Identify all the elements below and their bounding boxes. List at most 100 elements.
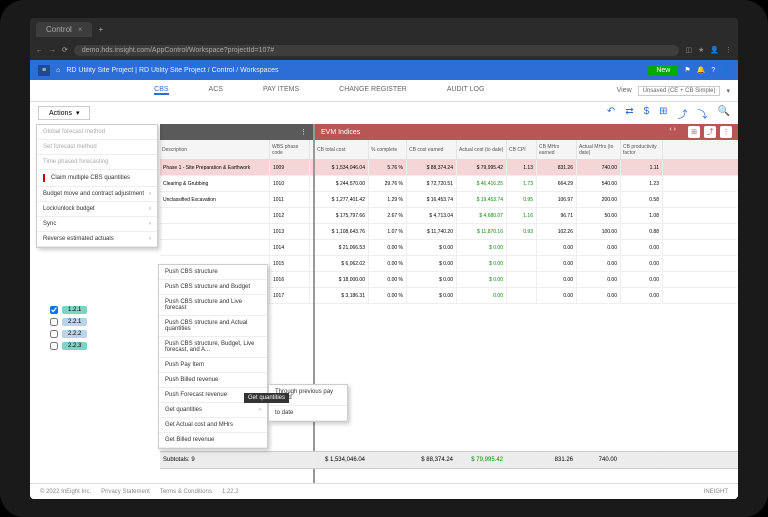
tree-icon[interactable]: ⊞ — [659, 106, 667, 121]
cell: $ 88,374.24 — [407, 160, 457, 175]
col-header[interactable]: Actual cost (to date) — [457, 140, 507, 159]
col-header[interactable]: CB MHrs earned — [537, 140, 577, 159]
export-icon[interactable]: ⤴ — [704, 126, 716, 138]
evm-section-header: EVM Indices ‹ › ⊞ ⤴ ⋮ — [315, 124, 738, 140]
submenu-item[interactable]: Push CBS structure and Live forecast — [159, 295, 267, 316]
search-icon[interactable]: 🔍 — [718, 106, 730, 121]
table-row[interactable]: Unclassified Excavation1011 — [160, 192, 313, 208]
table-row[interactable]: $ 18,000.000.00 %$ 0.00$ 0.000.000.000.0… — [315, 272, 738, 288]
breadcrumb[interactable]: RD Utility Site Project | RD Utility Sit… — [66, 67, 278, 74]
checkbox[interactable] — [50, 318, 58, 326]
profile-icon[interactable]: 👤 — [710, 46, 719, 54]
bookmark-icon[interactable]: ★ — [698, 46, 704, 54]
subtotal-row: Subtotals: 9$ 1,534,046.04$ 88,374.24$ 7… — [160, 451, 738, 469]
menu-item[interactable]: Budget move and contract adjustment — [37, 187, 157, 202]
submenu-item[interactable]: Get quantities — [159, 403, 267, 418]
submenu-item[interactable]: Get Actual cost and MHrs — [159, 418, 267, 433]
submenu-item[interactable]: Push CBS structure — [159, 265, 267, 280]
content-area: Global forecast methodSet forecast metho… — [30, 124, 738, 499]
submenu-item[interactable]: Push CBS structure, Budget, Live forecas… — [159, 337, 267, 358]
col-header[interactable]: % complete — [369, 140, 407, 159]
tree-row[interactable]: 2.2.1 — [46, 316, 160, 328]
submenu-item[interactable]: Push Billed revenue — [159, 373, 267, 388]
table-row[interactable]: $ 6,062.020.00 %$ 0.00$ 0.000.000.000.00 — [315, 256, 738, 272]
collapse-icon[interactable]: ‹ › — [669, 126, 676, 138]
close-icon[interactable]: × — [78, 25, 83, 34]
flag-icon[interactable]: ⚑ — [684, 66, 690, 74]
browser-tab[interactable]: Control × — [36, 22, 92, 37]
more-icon[interactable]: ⋮ — [300, 128, 307, 136]
dollar-icon[interactable]: $ — [644, 106, 650, 121]
import-icon[interactable]: ⤵ — [698, 106, 708, 121]
cell: 0.58 — [621, 192, 663, 207]
menu-item[interactable]: Lock/unlock budget — [37, 202, 157, 217]
tree-row[interactable]: 2.2.2 — [46, 328, 160, 340]
table-row[interactable]: $ 175,797.662.67 %$ 4,713.04$ 4,680.071.… — [315, 208, 738, 224]
submenu-item[interactable]: Push Pay Item — [159, 358, 267, 373]
checkbox[interactable] — [50, 330, 58, 338]
submenu-item[interactable]: Get Billed revenue — [159, 433, 267, 448]
url-input[interactable]: demo.hds.insight.com/AppControl/Workspac… — [74, 45, 680, 56]
checkbox[interactable] — [50, 306, 58, 314]
menu-icon[interactable]: ⋮ — [725, 46, 732, 54]
tab-acs[interactable]: ACS — [209, 86, 223, 95]
more-icon[interactable]: ⋮ — [720, 126, 732, 138]
col-header[interactable]: CB productivity factor — [621, 140, 663, 159]
table-row[interactable]: 1013 — [160, 224, 313, 240]
hamburger-icon[interactable]: ≡ — [38, 65, 50, 76]
col-header[interactable]: CB total cost — [315, 140, 369, 159]
tree-row[interactable]: 2.2.3 — [46, 340, 160, 352]
menu-item[interactable]: Sync — [37, 217, 157, 232]
menu-item[interactable]: Reverse estimated actuals — [37, 232, 157, 247]
table-row[interactable]: $ 1,277,401.421.29 %$ 16,453.74$ 19,453.… — [315, 192, 738, 208]
cell: 1.11 — [621, 160, 663, 175]
bell-icon[interactable]: 🔔 — [697, 66, 706, 74]
col-header[interactable]: WBS phase code — [270, 140, 310, 159]
undo-icon[interactable]: ↶ — [607, 106, 615, 121]
tab-audit-log[interactable]: AUDIT LOG — [447, 86, 485, 95]
checkbox[interactable] — [50, 342, 58, 350]
tree-badge: 2.2.2 — [62, 330, 87, 338]
col-header[interactable]: CB cost earned — [407, 140, 457, 159]
table-row[interactable]: Clearing & Grubbing1010 — [160, 176, 313, 192]
col-header[interactable]: CB CPI — [507, 140, 537, 159]
table-row[interactable]: $ 21,066.530.00 %$ 0.00$ 0.000.000.000.0… — [315, 240, 738, 256]
back-icon[interactable]: ← — [36, 47, 43, 54]
table-row[interactable]: $ 1,108,643.761.07 %$ 11,740.20$ 11,870.… — [315, 224, 738, 240]
tab-cbs[interactable]: CBS — [154, 86, 168, 95]
dropdown-icon[interactable]: ▾ — [726, 87, 730, 95]
link-icon[interactable]: ⇄ — [625, 106, 633, 121]
new-tab-icon[interactable]: + — [98, 25, 103, 34]
new-button[interactable]: New — [648, 65, 678, 76]
table-row[interactable]: 1014 — [160, 240, 313, 256]
tree-row[interactable]: 1.2.1 — [46, 304, 160, 316]
table-row[interactable]: $ 3,186.310.00 %$ 0.000.000.000.000.00 — [315, 288, 738, 304]
submenu-item[interactable]: Push CBS structure and Actual quantities — [159, 316, 267, 337]
table-row[interactable]: $ 244,570.0029.76 %$ 72,720.51$ 46,416.2… — [315, 176, 738, 192]
subtotal-cell: 831.26 — [537, 452, 577, 468]
forward-icon[interactable]: → — [49, 47, 56, 54]
actions-button[interactable]: Actions▾ — [38, 106, 90, 120]
export-icon[interactable]: ⤴ — [678, 106, 688, 121]
grid-icon[interactable]: ⊞ — [688, 126, 700, 138]
table-row[interactable]: 1012 — [160, 208, 313, 224]
tab-change-register[interactable]: CHANGE REGISTER — [339, 86, 407, 95]
submenu-item[interactable]: Push CBS structure and Budget — [159, 280, 267, 295]
reload-icon[interactable]: ⟳ — [62, 46, 68, 54]
col-header[interactable]: Description — [160, 140, 270, 159]
menu-item[interactable]: Claim multiple CBS quantities — [37, 170, 157, 187]
user-icon[interactable]: 👤 — [721, 66, 730, 74]
tab-pay-items[interactable]: PAY ITEMS — [263, 86, 299, 95]
table-row[interactable]: Phase 1 - Site Preparation & Earthwork10… — [160, 160, 313, 176]
table-row[interactable]: $ 1,534,046.045.76 %$ 88,374.24$ 79,995.… — [315, 160, 738, 176]
cell-wbs: 1009 — [270, 160, 310, 175]
terms-link[interactable]: Terms & Conditions — [160, 489, 212, 495]
home-icon[interactable]: ⌂ — [56, 67, 60, 74]
extension-icon[interactable]: ◫ — [685, 46, 692, 54]
privacy-link[interactable]: Privacy Statement — [101, 489, 150, 495]
cell: $ 19,453.74 — [457, 192, 507, 207]
view-select[interactable]: Unsaved (CE + CB Simple) — [638, 86, 721, 96]
submenu-item[interactable]: to date — [269, 406, 347, 421]
help-icon[interactable]: ? — [711, 67, 715, 74]
col-header[interactable]: Actual MHrs (to date) — [577, 140, 621, 159]
